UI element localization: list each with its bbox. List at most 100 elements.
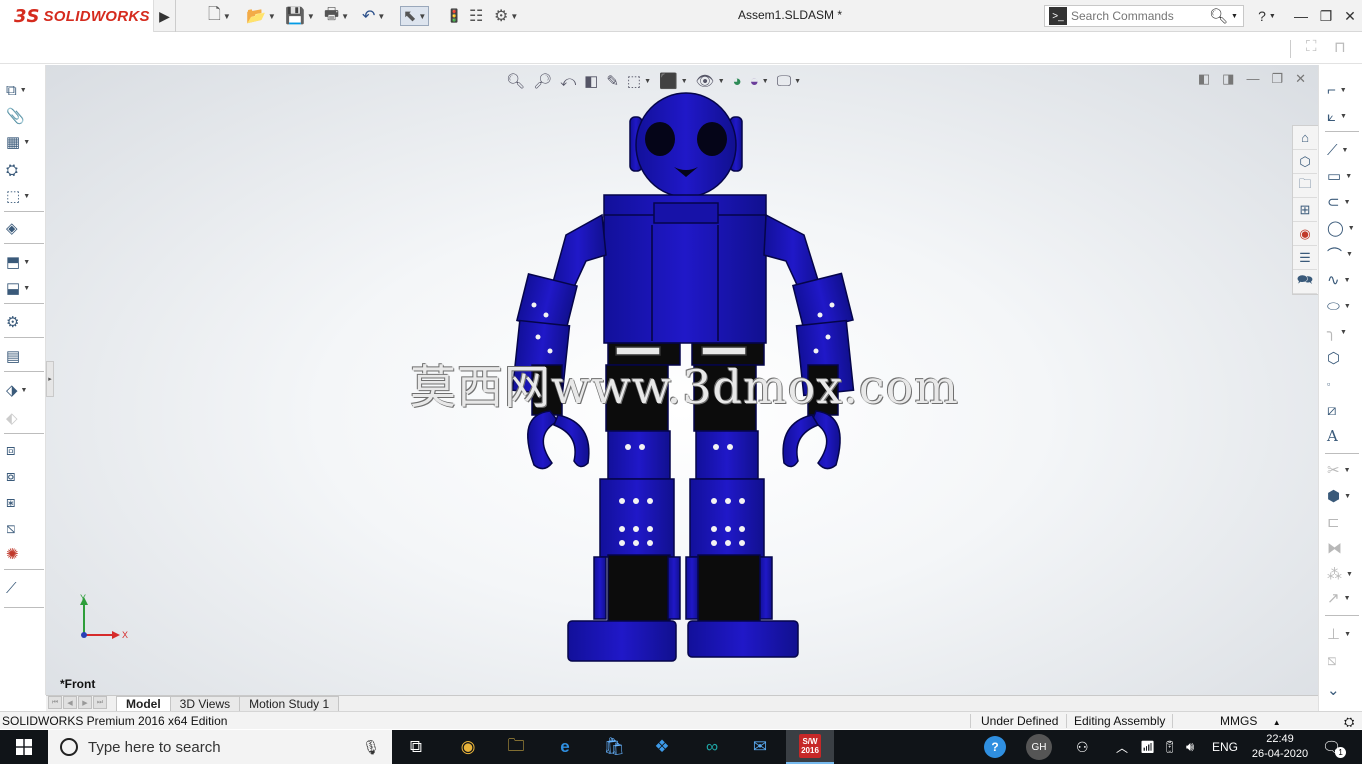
minimize-button[interactable]: — [1290,6,1312,26]
hide-show-items-icon[interactable]: 👁︎ [696,72,715,90]
chevron-down-icon[interactable]: ▼ [23,285,30,292]
search-icon[interactable]: 🔍︎ [1209,7,1228,25]
chevron-down-icon[interactable]: ▼ [1231,13,1238,20]
open-button[interactable]: 📂 ▼ [246,6,276,26]
chevron-down-icon[interactable]: ▼ [377,12,385,21]
last-tab-icon[interactable]: ⏭ [93,696,107,709]
apply-scene-icon[interactable]: ◒ [750,73,759,90]
chevron-down-icon[interactable]: ▼ [21,387,28,394]
display-relations-button[interactable]: ⊥ ▼ [1327,623,1361,645]
smart-fasteners-button[interactable]: ⛭ [6,159,42,181]
taskbar-clock[interactable]: 22:49 26-04-2020 [1250,732,1310,762]
dropbox-taskbar-button[interactable]: ❖ [638,730,686,764]
chevron-down-icon[interactable]: ▼ [268,12,276,21]
viewport-minimize-icon[interactable]: — [1246,71,1259,87]
chevron-down-icon[interactable]: ▼ [23,193,30,200]
file-properties-button[interactable]: ☷ [469,6,483,26]
repair-sketch-button[interactable]: ⧅ [1327,649,1361,671]
bill-of-materials-button[interactable]: ▤ [6,345,42,367]
viewport-close-icon[interactable]: ✕ [1295,71,1306,87]
store-taskbar-button[interactable]: 🛍︎ [590,730,638,764]
chevron-down-icon[interactable]: ▼ [794,78,801,85]
task-view-button[interactable]: ⧉ [392,730,440,764]
sketch-button[interactable]: ⌐ ▼ [1327,79,1361,101]
next-tab-icon[interactable]: ▶ [78,696,92,709]
fillet-button[interactable]: ╮ ▼ [1327,321,1361,343]
exploded-view-button[interactable]: ⬗ ▼ [6,379,42,401]
assembly-features-button[interactable]: ⬒ ▼ [6,251,42,273]
save-button[interactable]: 💾 ▼ [285,6,315,26]
taskbar-search-box[interactable]: Type here to search 🎙︎ [48,730,392,764]
people-button[interactable]: ⚇ [1076,730,1089,764]
linear-pattern-button[interactable]: ▦ ▼ [6,131,42,153]
chevron-down-icon[interactable]: ▼ [20,87,27,94]
chevron-down-icon[interactable]: ▼ [1340,329,1347,336]
chevron-down-icon[interactable]: ▼ [1344,199,1351,206]
new-document-button[interactable]: 🗋 ▼ [208,6,231,26]
mail-taskbar-button[interactable]: ✉ [736,730,784,764]
chevron-down-icon[interactable]: ▼ [1344,595,1351,602]
plane-button[interactable]: ⧄ [1327,399,1361,421]
hole-alignment-button[interactable]: ⧆ [6,491,42,513]
chevron-down-icon[interactable]: ▼ [1344,631,1351,638]
options-button[interactable]: ⚙ ▼ [494,6,518,26]
convert-entities-button[interactable]: ⬢ ▼ [1327,485,1361,507]
toolbar-expand-button[interactable]: ⌄ [1327,679,1361,701]
previous-view-icon[interactable]: ⤺ [560,73,576,90]
select-button[interactable]: ⬉ ▼ [400,6,430,26]
polygon-button[interactable]: ⬡ [1327,347,1361,369]
tab-3d-views[interactable]: 3D Views [169,696,241,711]
user-avatar[interactable]: GH [1026,730,1052,764]
chrome-taskbar-button[interactable]: ◉ [444,730,492,764]
file-explorer-tab[interactable]: 🗀 [1293,174,1317,198]
quick-snaps-icon[interactable]: ⊓ [1334,38,1346,56]
graphics-area[interactable]: ▸ 莫西网www.3dmox.com 🔍︎ 🔎︎ ⤺ ◧ ✎ ⬚ ▼ ⬛ ▼ 👁… [46,65,1318,695]
chevron-down-icon[interactable]: ▼ [1344,303,1351,310]
view-settings-icon[interactable]: 🖵 [777,73,791,90]
chevron-down-icon[interactable]: ▼ [341,12,349,21]
move-entities-button[interactable]: ↗ ▼ [1327,587,1361,609]
show-hidden-icons-button[interactable]: ︿ [1116,730,1128,764]
volume-button[interactable]: 🔊︎ [1186,730,1194,764]
forum-tab[interactable]: 🗪 [1293,270,1317,294]
mate-button[interactable]: 📎 [6,105,42,127]
tab-model[interactable]: Model [116,696,171,711]
show-hidden-components-button[interactable]: ◈ [6,217,42,239]
text-button[interactable]: A [1327,425,1361,447]
instant3d-button[interactable]: ✺ [6,543,42,565]
viewport-restore-icon[interactable]: ❐ [1271,71,1283,87]
solidworks-resources-tab[interactable]: ⌂ [1293,126,1317,150]
ellipse-button[interactable]: ⬭ ▼ [1327,295,1361,317]
help-tray-button[interactable]: ? [984,730,1006,764]
explode-line-sketch-button[interactable]: ⬖ [6,407,42,429]
chevron-down-icon[interactable]: ▼ [1346,571,1353,578]
chevron-down-icon[interactable]: ▼ [23,139,30,146]
chevron-down-icon[interactable]: ▼ [681,78,688,85]
language-indicator[interactable]: ENG [1212,730,1238,764]
solidworks-logo[interactable]: 3S SOLIDWORKS [0,0,154,32]
unit-system-button[interactable]: MMGS ▲ [1220,714,1281,728]
prev-tab-icon[interactable]: ◀ [63,696,77,709]
reference-geometry-button[interactable]: ⬓ ▼ [6,277,42,299]
mirror-entities-button[interactable]: ⧓ [1327,537,1361,559]
restore-button[interactable]: ❐ [1315,6,1337,26]
update-speedpak-button[interactable]: ⟋ [6,577,42,599]
chevron-down-icon[interactable]: ▼ [1348,225,1355,232]
interference-detection-button[interactable]: ⧈ [6,439,42,461]
zoom-to-area-icon[interactable]: 🔎︎ [533,72,552,90]
file-explorer-taskbar-button[interactable]: 🗀 [492,730,540,764]
search-commands-box[interactable]: >_ 🔍︎ ▼ [1044,5,1244,27]
move-component-button[interactable]: ⬚ ▼ [6,185,42,207]
chevron-down-icon[interactable]: ▼ [1346,251,1353,258]
clearance-verification-button[interactable]: ⧇ [6,465,42,487]
chevron-down-icon[interactable]: ▼ [1344,467,1351,474]
print-button[interactable]: 🖶 ▼ [324,6,349,26]
solidworks-taskbar-button[interactable]: S/W 2016 [786,730,834,764]
point-button[interactable]: ▫ [1327,373,1361,395]
rebuild-button[interactable]: 🚦 [446,6,462,26]
large-assembly-settings-button[interactable]: ⧅ [6,517,42,539]
arduino-taskbar-button[interactable]: ∞ [688,730,736,764]
chevron-down-icon[interactable]: ▼ [762,78,769,85]
microphone-icon[interactable]: 🎙︎ [362,739,380,756]
spline-button[interactable]: ∿ ▼ [1327,269,1361,291]
